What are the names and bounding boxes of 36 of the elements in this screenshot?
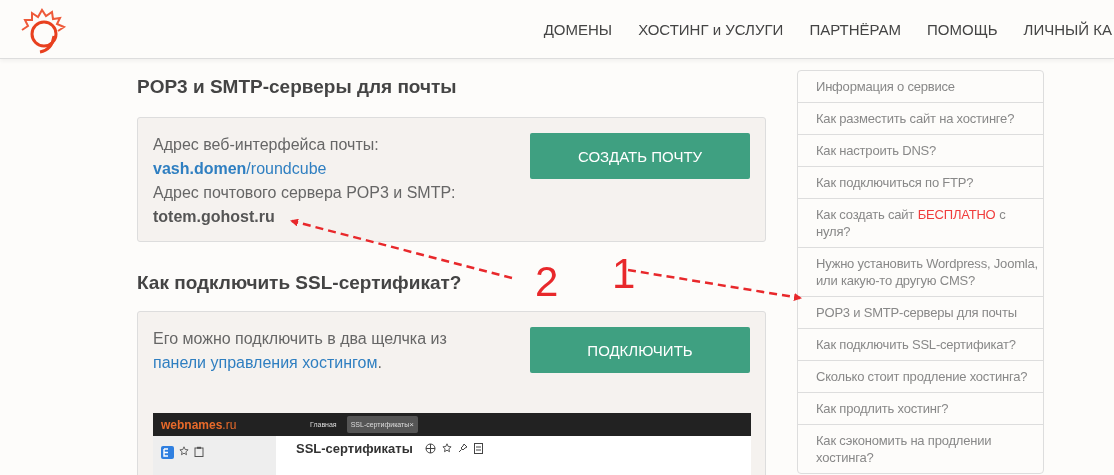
create-mail-button[interactable]: СОЗДАТЬ ПОЧТУ	[530, 133, 750, 179]
server-address: totem.gohost.ru	[153, 207, 276, 227]
globe-icon[interactable]	[424, 442, 436, 454]
field-label: Адрес почтового сервера POP3 и SMTP:	[153, 183, 456, 203]
section-heading: POP3 и SMTP-серверы для почты	[137, 76, 457, 98]
help-menu-item[interactable]: Сколько стоит продление хостинга?	[798, 360, 1043, 392]
instruction-text: Его можно подключить в два щелчка из панели управления хостингом.	[153, 329, 448, 373]
help-menu-item[interactable]: Как настроить DNS?	[798, 134, 1043, 166]
nav-link[interactable]: ПОМОЩЬ	[927, 20, 998, 38]
nav-link[interactable]: ПАРТНЁРАМ	[809, 20, 902, 38]
document-icon[interactable]	[473, 442, 483, 454]
help-menu-item[interactable]: Нужно установить Wordpress, Joomla, или какую-то другую CMS?	[798, 247, 1043, 296]
pin-icon[interactable]	[457, 443, 468, 453]
brand-logo: webnames.ru	[161, 417, 238, 432]
help-menu-item[interactable]: Информация о сервисе	[798, 71, 1043, 102]
nav-link[interactable]: ДОМЕНЫ	[543, 20, 613, 38]
help-menu-item[interactable]: Как создать сайт БЕСПЛАТНО с нуля?	[798, 198, 1043, 247]
nav-link[interactable]: ЛИЧНЫЙ КА	[1023, 20, 1112, 38]
field-label: Адрес веб-интерфейса почты:	[153, 135, 380, 155]
help-menu-item[interactable]: Как сэкономить на продлении хостинга?	[798, 424, 1043, 473]
help-menu-item[interactable]: Как разместить сайт на хостинге?	[798, 102, 1043, 134]
help-menu-item[interactable]: Как продлить хостинг?	[798, 392, 1043, 424]
annotation-number: 2	[535, 258, 559, 305]
star-icon[interactable]	[441, 443, 452, 453]
control-panel-link[interactable]: панели управления хостингом	[153, 354, 378, 371]
annotation-number: 1	[612, 250, 636, 297]
connect-button[interactable]: ПОДКЛЮЧИТЬ	[530, 327, 750, 373]
help-menu-item[interactable]: POP3 и SMTP-серверы для почты	[798, 296, 1043, 328]
help-menu-item[interactable]: Как подключить SSL-сертификат?	[798, 328, 1043, 360]
nav-link[interactable]: ХОСТИНГ и УСЛУГИ	[638, 20, 784, 38]
section-heading: Как подключить SSL-сертификат?	[137, 272, 462, 294]
help-menu-item[interactable]: Как подключиться по FTP?	[798, 166, 1043, 198]
clipboard-icon[interactable]	[194, 446, 204, 457]
star-icon[interactable]	[179, 446, 189, 456]
page-title: SSL-сертификаты	[296, 440, 413, 456]
webmail-link[interactable]: vash.domen/roundcube	[153, 157, 456, 181]
